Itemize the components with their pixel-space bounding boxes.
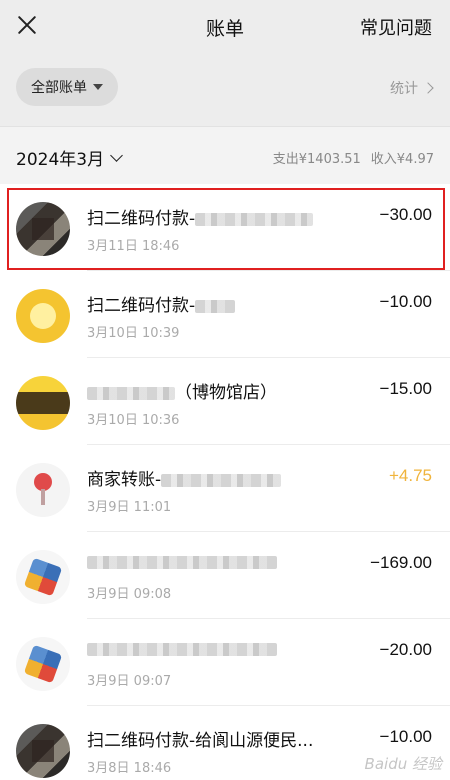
pin-avatar-icon [16,463,70,517]
stats-link[interactable]: 统计 [390,78,434,98]
redacted-text [87,555,277,569]
faq-link[interactable]: 常见问题 [360,14,432,40]
multi-color-avatar-icon [16,550,70,604]
multi-color-avatar-icon [16,637,70,691]
redacted-text [87,642,277,656]
top-navbar: 账单 常见问题 [0,0,450,52]
transaction-amount: −20.00 [379,640,432,659]
list-item[interactable]: 扫二维码付款- 3月10日 10:39 −10.00 [0,271,450,358]
transaction-time: 3月9日 09:07 [87,674,172,689]
transaction-amount: −15.00 [379,379,432,398]
month-label: 2024年3月 [16,150,105,170]
yellow-avatar-icon [16,289,70,343]
redacted-text [87,386,175,400]
transaction-title: 扫二维码付款-给阆山源便民... [87,731,314,751]
bill-filter-label: 全部账单 [31,80,87,96]
transaction-title: （博物馆店） [175,383,277,403]
filter-bar: 全部账单 统计 [0,52,450,126]
chevron-down-icon [110,148,123,162]
photo-avatar-icon [16,724,70,778]
transaction-amount: −169.00 [370,553,432,572]
watermark: Baidu 经验 [364,755,442,773]
redacted-text [161,473,282,487]
transaction-amount: +4.75 [388,466,432,485]
month-selector[interactable]: 2024年3月 [16,145,123,170]
gold-avatar-icon [16,376,70,430]
bill-filter-dropdown[interactable]: 全部账单 [16,68,118,106]
list-item[interactable]: 3月9日 09:08 −169.00 [0,532,450,619]
transaction-time: 3月10日 10:36 [87,413,180,428]
transaction-time: 3月10日 10:39 [87,326,180,341]
transaction-title: 扫二维码付款- [87,296,196,316]
list-item[interactable]: （博物馆店） 3月10日 10:36 −15.00 [0,358,450,445]
transaction-time: 3月8日 18:46 [87,761,172,776]
transaction-amount: −10.00 [379,727,432,746]
transaction-amount: −10.00 [379,292,432,311]
transaction-time: 3月9日 09:08 [87,587,172,602]
transaction-list: 扫二维码付款- 3月11日 18:46 −30.00 扫二维码付款- 3月10日… [0,184,450,780]
chevron-right-icon [422,82,434,94]
list-item[interactable]: 3月9日 09:07 −20.00 [0,619,450,706]
income-total: 收入¥4.97 [370,152,434,167]
highlight-box [7,188,445,270]
list-item[interactable]: 商家转账- 3月9日 11:01 +4.75 [0,445,450,532]
month-summary: 支出¥1403.51 收入¥4.97 [273,148,434,167]
transaction-title: 商家转账- [87,470,162,490]
transaction-time: 3月9日 11:01 [87,500,172,515]
expense-total: 支出¥1403.51 [272,152,361,167]
caret-down-icon [93,84,103,90]
redacted-text [195,299,236,313]
stats-label: 统计 [390,81,418,97]
month-bar: 2024年3月 支出¥1403.51 收入¥4.97 [0,126,450,184]
